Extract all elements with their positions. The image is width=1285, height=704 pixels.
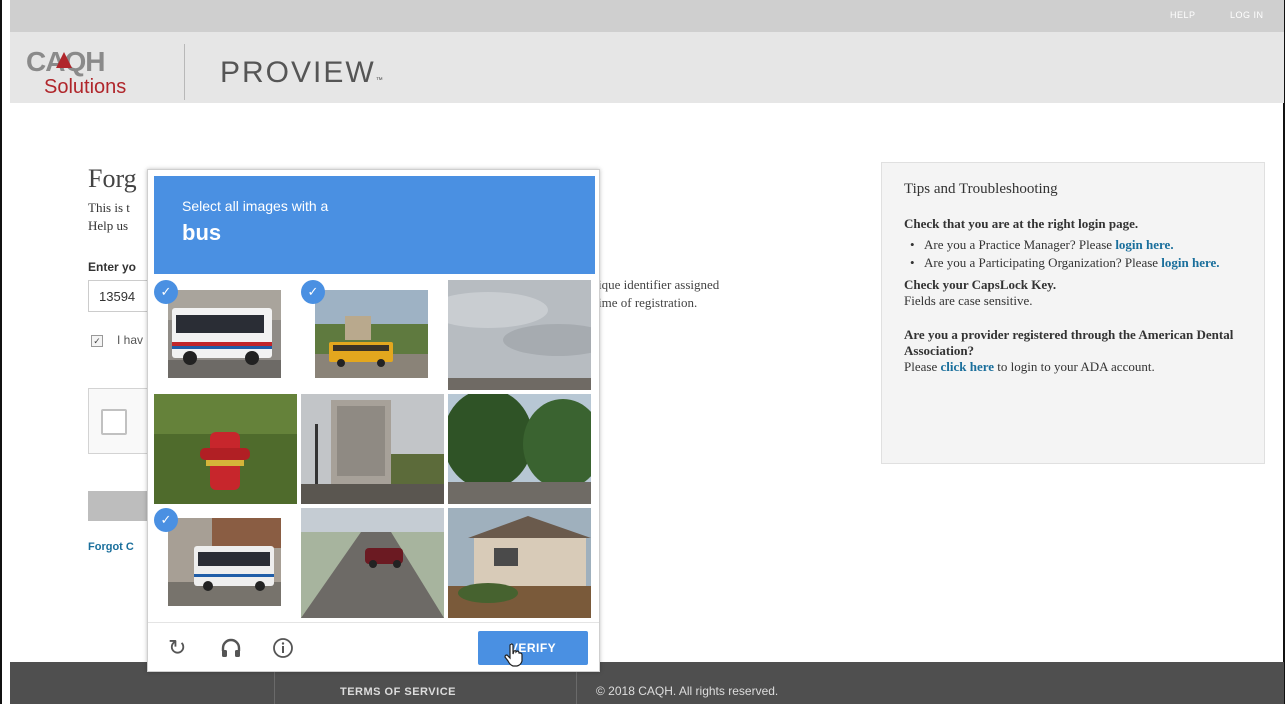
headphones-icon[interactable] [220, 637, 242, 663]
selected-check-icon: ✓ [301, 280, 325, 304]
selected-check-icon: ✓ [154, 508, 178, 532]
image-tile-school-bus[interactable]: ✓ [301, 280, 444, 390]
image-tile-hydrant[interactable] [154, 394, 297, 504]
tips-section-title: Check that you are at the right login pa… [904, 216, 1139, 231]
id-hint: ique identifier assigned [598, 277, 720, 292]
brand-title: PROVIEW™ [220, 56, 383, 90]
recaptcha-challenge: Select all images with a bus ✓ ✓ ✓ ↻ VER… [147, 169, 600, 672]
logo-solutions-text: Solutions [44, 76, 127, 98]
tips-item-text: Are you a Practice Manager? Please [924, 237, 1116, 252]
image-tile-building[interactable] [301, 394, 444, 504]
image-tile-bus-2[interactable]: ✓ [154, 508, 297, 618]
intro-text-2: Help us [88, 218, 129, 233]
practice-manager-login-link[interactable]: login here. [1115, 237, 1173, 252]
fire-hydrant-image [154, 394, 297, 504]
login-link[interactable]: LOG IN [1230, 10, 1264, 20]
tips-list: Are you a Practice Manager? Please login… [904, 237, 1242, 271]
agree-label: I hav [117, 333, 144, 347]
image-grid: ✓ ✓ ✓ [154, 280, 592, 618]
tips-item-text: Are you a Participating Organization? Pl… [924, 255, 1162, 270]
caqh-logo[interactable]: CAQH Solutions [26, 46, 176, 102]
trademark: ™ [375, 77, 383, 84]
challenge-instruction: Select all images with a [182, 198, 329, 214]
tips-section-title: Are you a provider registered through th… [904, 327, 1234, 358]
brand-text: PROVIEW [220, 56, 376, 89]
id-hint-2: ime of registration. [598, 295, 698, 310]
reload-icon[interactable]: ↻ [168, 637, 186, 659]
agree-checkbox[interactable]: ✓ [91, 335, 103, 347]
forgot-caqh-id-link[interactable]: Forgot C [88, 541, 134, 553]
trees-image [448, 394, 591, 504]
intro-text: This is t [88, 200, 130, 215]
house-image [448, 508, 591, 618]
terms-of-service-link[interactable]: TERMS OF SERVICE [340, 686, 456, 698]
bus-image-2 [168, 518, 281, 606]
bus-image [168, 290, 281, 378]
challenge-footer: ↻ VERIFY [148, 622, 599, 672]
ada-click-here-link[interactable]: click here [940, 359, 994, 374]
challenge-target: bus [182, 220, 222, 245]
tips-item: Are you a Participating Organization? Pl… [904, 255, 1242, 271]
caqh-id-label: Enter yo [88, 260, 137, 274]
selected-check-icon: ✓ [154, 280, 178, 304]
street-image [301, 508, 444, 618]
image-tile-bus[interactable]: ✓ [154, 280, 297, 390]
challenge-header: Select all images with a bus [154, 176, 595, 274]
tips-item: Are you a Practice Manager? Please login… [904, 237, 1242, 253]
info-icon[interactable] [272, 637, 294, 663]
tips-section-text: Please click here to login to your ADA a… [904, 359, 1242, 375]
school-bus-image [315, 290, 428, 378]
participating-org-login-link[interactable]: login here. [1161, 255, 1219, 270]
tips-section-text: Fields are case sensitive. [904, 293, 1033, 308]
logo-triangle-icon [56, 52, 72, 68]
site-header: CAQH Solutions PROVIEW™ [10, 32, 1284, 103]
tips-section-title: Check your CapsLock Key. [904, 277, 1057, 292]
tips-panel: Tips and Troubleshooting Check that you … [881, 162, 1265, 464]
recaptcha-checkbox[interactable] [101, 409, 127, 435]
hand-cursor-icon [504, 643, 523, 667]
ada-post-text: to login to your ADA account. [994, 359, 1155, 374]
verify-button[interactable]: VERIFY [478, 631, 588, 665]
tips-heading: Tips and Troubleshooting [904, 181, 1058, 197]
copyright-text: © 2018 CAQH. All rights reserved. [596, 684, 779, 698]
help-link[interactable]: HELP [1170, 10, 1196, 20]
building-image [301, 394, 444, 504]
sky-image [448, 280, 591, 390]
ada-pre-text: Please [904, 359, 941, 374]
page-title: Forg [88, 164, 137, 193]
image-tile-house[interactable] [448, 508, 591, 618]
image-tile-sky[interactable] [448, 280, 591, 390]
logo-divider [184, 44, 185, 100]
image-tile-trees[interactable] [448, 394, 591, 504]
top-nav: HELP LOG IN [10, 0, 1284, 32]
image-tile-street[interactable] [301, 508, 444, 618]
